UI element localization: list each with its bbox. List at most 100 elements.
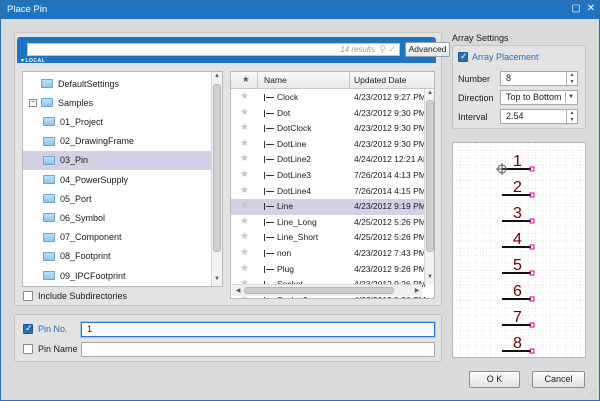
include-subdirectories-checkbox[interactable] <box>23 291 33 301</box>
folder-tree[interactable]: DefaultSettings − Samples 01_Project 02_Draw… <box>22 71 223 287</box>
tree-item[interactable]: 04_PowerSupply <box>23 170 211 189</box>
include-subdirectories-label: Include Subdirectories <box>38 291 128 301</box>
star-icon[interactable]: ★ <box>240 107 249 118</box>
pin-number-input[interactable]: 1 <box>81 322 435 337</box>
pin-name: non <box>277 248 292 258</box>
pin-row[interactable]: ★ DotClock 4/23/2012 9:30 PM <box>231 121 426 137</box>
tree-item[interactable]: 06_Symbol <box>23 208 211 227</box>
confirm-check-icon[interactable]: ✓ <box>388 44 396 54</box>
pin-row[interactable]: ★ non 4/23/2012 7:43 PM <box>231 246 426 262</box>
pin-name: Clock <box>277 92 299 102</box>
number-label: Number <box>458 74 491 84</box>
star-icon[interactable]: ★ <box>240 185 249 196</box>
tree-item[interactable]: 10_Jumper <box>23 285 211 286</box>
grid-scroll-thumb[interactable] <box>426 100 434 252</box>
pin-name: Line <box>277 201 294 212</box>
pin-name-input[interactable] <box>81 342 435 357</box>
pin-name-checkbox[interactable] <box>23 344 33 354</box>
tree-item[interactable]: 09_IPCFootprint <box>23 266 211 285</box>
tree-item[interactable]: − Samples <box>23 93 211 112</box>
updated-date-column-header[interactable]: Updated Date <box>354 75 406 85</box>
cancel-button[interactable]: Cancel <box>532 371 585 388</box>
tree-item[interactable]: 07_Component <box>23 228 211 247</box>
resize-grip-icon[interactable]: ⋰ <box>589 390 595 397</box>
scroll-up-icon[interactable]: ▲ <box>212 73 222 79</box>
star-icon[interactable]: ★ <box>240 216 249 227</box>
star-icon[interactable]: ★ <box>240 91 249 102</box>
scroll-left-icon[interactable]: ◀ <box>233 287 243 294</box>
number-input[interactable]: 8 ▲ ▼ <box>500 71 578 87</box>
scroll-down-icon[interactable]: ▼ <box>425 274 434 280</box>
pin-name-label: Pin Name <box>38 344 78 354</box>
tree-item[interactable]: DefaultSettings <box>23 74 211 93</box>
pin-row[interactable]: ★ Dot 4/23/2012 9:30 PM <box>231 106 426 122</box>
star-icon[interactable]: ★ <box>240 263 249 274</box>
pin-name: DotLine <box>277 138 307 149</box>
tree-item[interactable]: 01_Project <box>23 112 211 131</box>
tree-item[interactable]: 08_Footprint <box>23 247 211 266</box>
star-icon[interactable]: ★ <box>240 200 249 211</box>
scroll-right-icon[interactable]: ▶ <box>412 287 422 294</box>
favorite-column-header[interactable]: ★ <box>242 74 250 85</box>
pin-list-grid[interactable]: ★ Name Updated Date ★ Clock 4/23/2012 9:27… <box>230 71 435 299</box>
grid-horizontal-scrollbar[interactable]: ◀ ▶ <box>232 284 422 296</box>
tree-item-label: Samples <box>58 97 94 108</box>
tree-item-label: 05_Port <box>60 193 92 204</box>
tree-item-label: 06_Symbol <box>60 212 106 223</box>
pin-symbol-icon <box>264 94 274 101</box>
array-placement-checkbox[interactable] <box>458 51 468 62</box>
name-column-header[interactable]: Name <box>264 75 287 85</box>
ok-button[interactable]: O K <box>469 371 520 388</box>
pin-row[interactable]: ★ Plug 4/23/2012 9:26 PM <box>231 262 426 278</box>
pin-row[interactable]: ★ DotLine4 7/26/2014 4:15 PM <box>231 184 426 200</box>
search-icon[interactable]: ⚲ <box>379 44 386 54</box>
pin-updated-date: 4/24/2012 12:21 AM <box>354 154 431 165</box>
pin-updated-date: 4/23/2012 7:43 PM <box>354 248 426 258</box>
search-input[interactable]: 14 results ⚲ ✓ <box>27 43 400 56</box>
number-spinner[interactable]: ▲ ▼ <box>566 72 577 87</box>
star-icon[interactable]: ★ <box>240 153 249 164</box>
star-icon[interactable]: ★ <box>240 231 249 242</box>
place-pin-dialog: Place Pin ▢ ✕ 14 results ⚲ ✓ Advanced ▼L… <box>0 0 600 401</box>
expander-icon[interactable]: − <box>29 98 37 107</box>
pin-symbol-icon <box>264 187 274 195</box>
scroll-up-icon[interactable]: ▲ <box>425 90 434 96</box>
pin-row[interactable]: ★ Line 4/23/2012 9:19 PM <box>231 199 426 215</box>
maximize-icon[interactable]: ▢ <box>570 3 582 15</box>
pin-row[interactable]: ★ DotLine 4/23/2012 9:30 PM <box>231 137 426 153</box>
star-icon[interactable]: ★ <box>240 247 249 258</box>
grid-header: ★ Name Updated Date <box>231 72 434 89</box>
direction-dropdown[interactable]: Top to Bottom ▼ <box>500 90 578 105</box>
tree-item[interactable]: 05_Port <box>23 189 211 208</box>
pin-symbol-icon <box>264 265 274 273</box>
interval-spinner[interactable]: ▲ ▼ <box>566 110 577 125</box>
pin-symbol-icon <box>264 172 274 179</box>
star-icon[interactable]: ★ <box>240 169 249 180</box>
grid-scrollbar[interactable]: ▲ ▼ <box>424 89 434 284</box>
tree-item-label: 09_IPCFootprint <box>60 270 126 281</box>
advanced-button[interactable]: Advanced <box>405 42 450 57</box>
scroll-down-icon[interactable]: ▼ <box>212 276 222 282</box>
close-icon[interactable]: ✕ <box>585 3 597 15</box>
tree-item[interactable]: 02_DrawingFrame <box>23 132 211 151</box>
pin-row[interactable]: ★ DotLine3 7/26/2014 4:13 PM <box>231 168 426 184</box>
tree-scrollbar[interactable]: ▲ ▼ <box>211 72 222 286</box>
interval-input[interactable]: 2.54 ▲ ▼ <box>500 109 578 125</box>
pin-row[interactable]: ★ Line_Long 4/25/2012 5:26 PM <box>231 215 426 231</box>
tree-item[interactable]: 03_Pin <box>23 150 211 170</box>
pin-name: DotLine4 <box>277 185 312 196</box>
pin-row[interactable]: ★ DotLine2 4/24/2012 12:21 AM <box>231 152 430 168</box>
tree-scroll-thumb[interactable] <box>213 84 221 252</box>
star-icon[interactable]: ★ <box>240 122 249 133</box>
preview-pin-number: 4 <box>513 231 522 248</box>
tree-item-label: 01_Project <box>60 116 104 127</box>
search-bar: 14 results ⚲ ✓ Advanced <box>17 37 450 63</box>
direction-value: Top to Bottom <box>506 92 562 102</box>
preview-pin-number: 5 <box>513 257 522 274</box>
pin-row[interactable]: ★ Line_Short 4/25/2012 5:26 PM <box>231 230 426 246</box>
grid-hscroll-thumb[interactable] <box>244 287 394 294</box>
pin-number-checkbox[interactable] <box>23 323 33 334</box>
star-icon[interactable]: ★ <box>240 138 249 149</box>
chevron-down-icon[interactable]: ▼ <box>565 92 576 103</box>
pin-row[interactable]: ★ Clock 4/23/2012 9:27 PM <box>231 90 426 106</box>
